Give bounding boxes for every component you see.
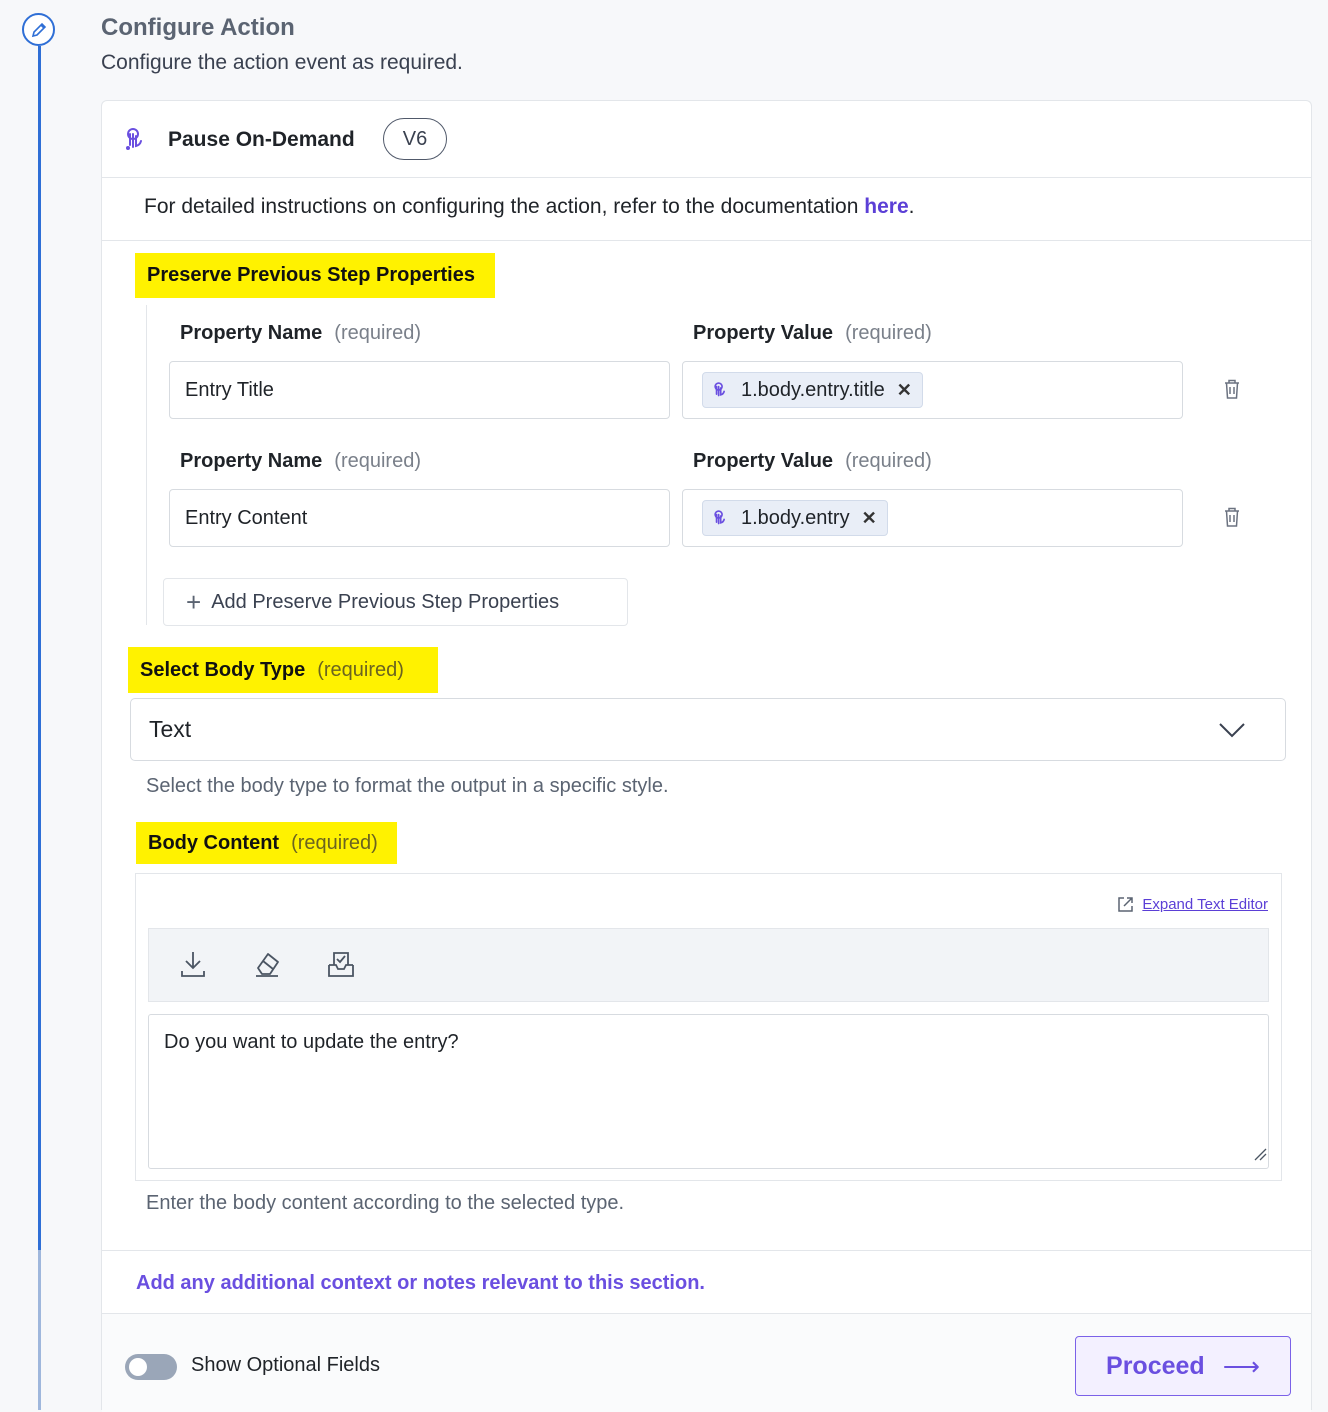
action-config-card: Pause On-Demand V6 For detailed instruct…: [101, 100, 1312, 1412]
property-value-input[interactable]: 1.body.entry ✕: [682, 489, 1183, 547]
property-value-label-text: Property Value: [693, 450, 834, 472]
card-footer: Show Optional Fields Proceed ⟶: [102, 1313, 1311, 1412]
proceed-button[interactable]: Proceed ⟶: [1075, 1336, 1291, 1396]
property-name-input[interactable]: Entry Content: [169, 489, 670, 547]
body-content-help: Enter the body content according to the …: [146, 1192, 625, 1214]
pause-on-demand-icon: [714, 382, 725, 397]
documentation-suffix: .: [908, 195, 915, 218]
show-optional-fields-label: Show Optional Fields: [191, 1354, 380, 1376]
page-title: Configure Action: [101, 14, 295, 41]
editor-toolbar: [148, 928, 1269, 1002]
required-marker: (required): [291, 831, 378, 854]
pause-on-demand-icon: [122, 125, 148, 158]
remove-chip-icon[interactable]: ✕: [897, 380, 912, 401]
property-name-label-text: Property Name: [180, 450, 323, 472]
documentation-text: For detailed instructions on configuring…: [144, 195, 865, 218]
group-guide-line: [146, 305, 147, 625]
preserve-section-title: Preserve Previous Step Properties: [135, 253, 495, 298]
delete-row-icon[interactable]: [1222, 378, 1242, 405]
property-name-label: Property Name (required): [180, 322, 421, 345]
property-name-input[interactable]: Entry Title: [169, 361, 670, 419]
plus-icon: +: [186, 586, 202, 617]
value-chip-label: 1.body.entry.title: [741, 378, 885, 401]
step-rail-lower: [38, 1250, 41, 1410]
property-name-label-text: Property Name: [180, 322, 323, 344]
divider: [102, 240, 1311, 241]
property-name-label: Property Name (required): [180, 450, 421, 473]
proceed-label: Proceed: [1106, 1351, 1205, 1380]
remove-chip-icon[interactable]: ✕: [862, 508, 877, 529]
show-optional-fields-toggle[interactable]: [125, 1354, 177, 1380]
property-value-label: Property Value (required): [693, 450, 932, 473]
value-chip-label: 1.body.entry: [741, 506, 850, 529]
documentation-line: For detailed instructions on configuring…: [144, 195, 914, 219]
body-type-help: Select the body type to format the outpu…: [146, 775, 669, 797]
required-marker: (required): [334, 450, 421, 472]
inbox-check-icon[interactable]: [325, 949, 357, 984]
delete-row-icon[interactable]: [1222, 506, 1242, 533]
page-subtitle: Configure the action event as required.: [101, 51, 463, 74]
body-content-label-text: Body Content: [148, 831, 280, 854]
property-value-input[interactable]: 1.body.entry.title ✕: [682, 361, 1183, 419]
external-link-icon: [1118, 897, 1134, 912]
property-value-label-text: Property Value: [693, 322, 834, 344]
action-header: Pause On-Demand V6: [102, 101, 1311, 178]
step-rail: [38, 46, 41, 1410]
value-chip[interactable]: 1.body.entry.title ✕: [702, 372, 923, 408]
required-marker: (required): [334, 322, 421, 344]
documentation-link[interactable]: here: [864, 195, 908, 218]
value-chip[interactable]: 1.body.entry ✕: [702, 500, 888, 536]
body-type-label-text: Select Body Type: [140, 658, 306, 681]
body-content-label: Body Content (required): [136, 822, 397, 864]
required-marker: (required): [317, 658, 404, 681]
body-type-select[interactable]: Text: [130, 698, 1286, 761]
required-marker: (required): [845, 322, 932, 344]
expand-text-editor-link[interactable]: Expand Text Editor: [1117, 896, 1268, 913]
required-marker: (required): [845, 450, 932, 472]
version-badge[interactable]: V6: [383, 118, 447, 160]
action-name: Pause On-Demand: [168, 128, 355, 151]
divider: [102, 1250, 1311, 1251]
resize-handle-icon[interactable]: [1253, 1147, 1267, 1166]
body-content-textarea[interactable]: Do you want to update the entry?: [148, 1014, 1269, 1169]
chevron-down-icon: [1219, 717, 1245, 744]
add-preserve-properties-label: Add Preserve Previous Step Properties: [211, 590, 560, 613]
eraser-icon[interactable]: [252, 949, 282, 984]
edit-step-icon[interactable]: [22, 13, 55, 46]
toggle-knob: [129, 1358, 147, 1376]
body-content-editor: Expand Text Editor Do you want to update…: [135, 873, 1282, 1181]
additional-notes-link[interactable]: Add any additional context or notes rele…: [136, 1272, 705, 1295]
arrow-right-icon: ⟶: [1222, 1350, 1260, 1381]
body-type-label: Select Body Type (required): [128, 647, 438, 693]
pause-on-demand-icon: [714, 510, 725, 525]
add-preserve-properties-button[interactable]: + Add Preserve Previous Step Properties: [163, 578, 628, 626]
download-icon[interactable]: [179, 949, 207, 984]
preserve-section-label: Preserve Previous Step Properties: [147, 264, 475, 286]
property-value-label: Property Value (required): [693, 322, 932, 345]
body-type-value: Text: [149, 716, 192, 742]
expand-text-editor-label: Expand Text Editor: [1142, 896, 1268, 913]
